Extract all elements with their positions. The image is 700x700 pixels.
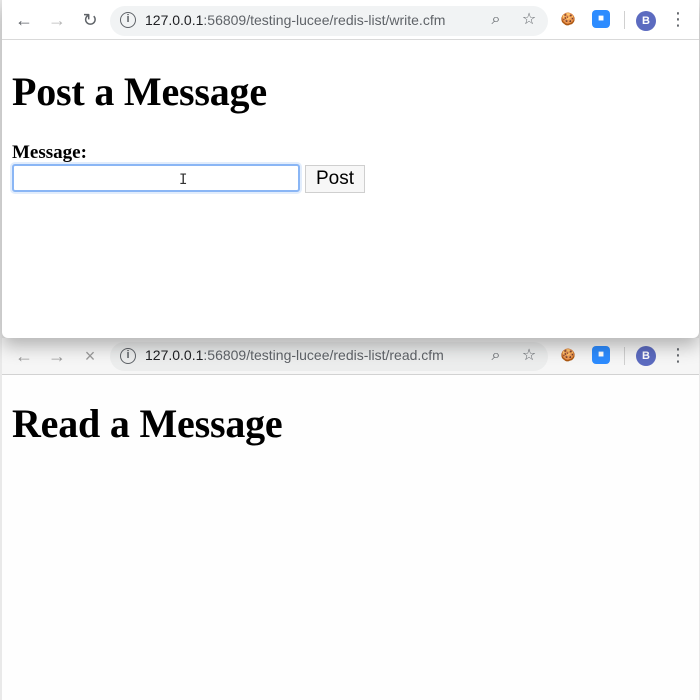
browser-toolbar: ← → × i 127.0.0.1:56809/testing-lucee/re…: [2, 338, 699, 375]
menu-icon[interactable]: ⋮: [668, 346, 688, 366]
stop-icon[interactable]: ×: [78, 344, 102, 368]
reload-icon[interactable]: ↻: [78, 8, 102, 32]
video-camera-icon[interactable]: ■: [592, 10, 610, 28]
url-host: 127.0.0.1: [145, 12, 204, 28]
url-text[interactable]: 127.0.0.1:56809/testing-lucee/redis-list…: [145, 12, 445, 28]
zoom-icon[interactable]: ⌕: [487, 11, 505, 29]
url-text[interactable]: 127.0.0.1:56809/testing-lucee/redis-list…: [145, 347, 444, 363]
browser-window-write: ← → ↻ i 127.0.0.1:56809/testing-lucee/re…: [2, 0, 699, 338]
forward-icon[interactable]: →: [45, 344, 69, 368]
star-icon[interactable]: ☆: [520, 11, 538, 29]
url-path: :56809/testing-lucee/redis-list/read.cfm: [203, 347, 444, 363]
zoom-icon[interactable]: ⌕: [487, 347, 505, 365]
post-button[interactable]: Post: [305, 165, 366, 193]
page-title: Read a Message: [12, 401, 283, 446]
toolbar-separator: [624, 11, 625, 29]
page-title: Post a Message: [12, 69, 267, 114]
forward-icon[interactable]: →: [45, 8, 69, 32]
back-icon[interactable]: ←: [12, 8, 36, 32]
toolbar-separator: [624, 347, 625, 365]
message-label: Message:: [12, 142, 87, 163]
browser-toolbar: ← → ↻ i 127.0.0.1:56809/testing-lucee/re…: [2, 0, 699, 40]
menu-icon[interactable]: ⋮: [668, 10, 688, 30]
cookie-icon[interactable]: 🍪: [559, 10, 577, 28]
info-icon[interactable]: i: [120, 12, 136, 28]
url-path: :56809/testing-lucee/redis-list/write.cf…: [203, 12, 446, 28]
browser-window-read: ← → × i 127.0.0.1:56809/testing-lucee/re…: [2, 338, 699, 700]
message-input[interactable]: [12, 164, 300, 192]
back-icon[interactable]: ←: [12, 344, 36, 368]
profile-avatar[interactable]: B: [636, 11, 656, 31]
profile-avatar[interactable]: B: [636, 346, 656, 366]
cookie-icon[interactable]: 🍪: [559, 346, 577, 364]
info-icon[interactable]: i: [120, 348, 136, 364]
address-bar[interactable]: i 127.0.0.1:56809/testing-lucee/redis-li…: [110, 6, 548, 36]
video-camera-icon[interactable]: ■: [592, 346, 610, 364]
star-icon[interactable]: ☆: [520, 347, 538, 365]
address-bar[interactable]: i 127.0.0.1:56809/testing-lucee/redis-li…: [110, 342, 548, 371]
url-host: 127.0.0.1: [145, 347, 204, 363]
